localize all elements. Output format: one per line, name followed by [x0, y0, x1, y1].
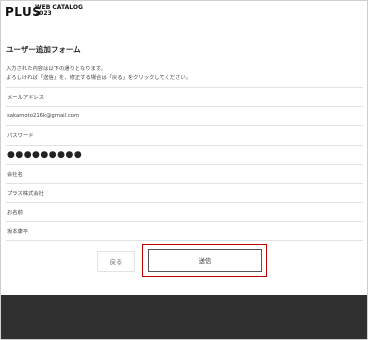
back-button[interactable]: 戻る: [97, 251, 135, 272]
footer: [1, 295, 367, 339]
page-title: ユーザー追加フォーム: [6, 45, 81, 54]
description-line-1: 入力された内容は以下の通りとなります。: [6, 66, 106, 72]
logo-sub-line2: 2023: [35, 10, 52, 17]
label-password: パスワード: [6, 125, 363, 144]
value-company: プラス株式会社: [6, 182, 363, 202]
value-email: sakamoto216k@gmail.com: [6, 106, 363, 125]
value-password: ●●●●●●●●●: [6, 144, 363, 164]
description-line-2: よろしければ「送信」を、修正する場合は「戻る」をクリックしてください。: [6, 74, 192, 81]
label-email: メールアドレス: [6, 87, 363, 106]
send-button[interactable]: 送信: [148, 249, 262, 272]
label-name: お名前: [6, 202, 363, 221]
value-name: 坂本康平: [6, 221, 363, 241]
header: PLUS WEB CATALOG 2023: [1, 1, 367, 29]
label-company: 会社名: [6, 163, 363, 183]
confirmation-list: メールアドレス sakamoto216k@gmail.com パスワード ●●●…: [6, 87, 363, 241]
logo-subtitle: WEB CATALOG 2023: [35, 5, 83, 17]
confirmation-description: 入力された内容は以下の通りとなります。 よろしければ「送信」を、修正する場合は「…: [6, 65, 191, 82]
